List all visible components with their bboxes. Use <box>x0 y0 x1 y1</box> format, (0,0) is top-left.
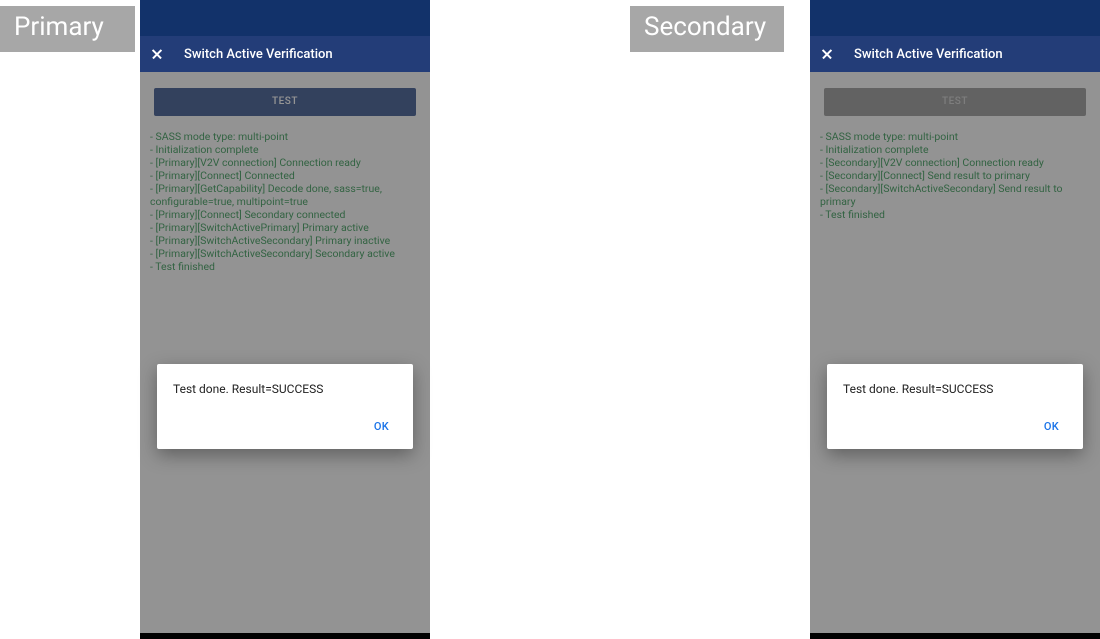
dialog-scrim[interactable] <box>810 72 1100 633</box>
phone-secondary: Switch Active Verification TEST - SASS m… <box>810 0 1100 639</box>
nav-bar <box>810 633 1100 639</box>
dialog-message: Test done. Result=SUCCESS <box>173 382 397 396</box>
status-bar <box>810 0 1100 36</box>
overlay-label-secondary: Secondary <box>630 6 784 52</box>
app-bar: Switch Active Verification <box>810 36 1100 72</box>
nav-bar <box>140 633 430 639</box>
dialog-ok-button[interactable]: OK <box>1036 414 1067 439</box>
dialog-message: Test done. Result=SUCCESS <box>843 382 1067 396</box>
result-dialog: Test done. Result=SUCCESS OK <box>827 364 1083 449</box>
content-area: TEST - SASS mode type: multi-point - Ini… <box>810 72 1100 633</box>
result-dialog: Test done. Result=SUCCESS OK <box>157 364 413 449</box>
app-bar: Switch Active Verification <box>140 36 430 72</box>
close-icon[interactable] <box>152 49 162 59</box>
overlay-label-primary: Primary <box>0 6 135 52</box>
dialog-ok-button[interactable]: OK <box>366 414 397 439</box>
app-bar-title: Switch Active Verification <box>854 47 1003 62</box>
close-icon[interactable] <box>822 49 832 59</box>
dialog-scrim[interactable] <box>140 72 430 633</box>
phone-primary: Switch Active Verification TEST - SASS m… <box>140 0 430 639</box>
status-bar <box>140 0 430 36</box>
content-area: TEST - SASS mode type: multi-point - Ini… <box>140 72 430 633</box>
app-bar-title: Switch Active Verification <box>184 47 333 62</box>
